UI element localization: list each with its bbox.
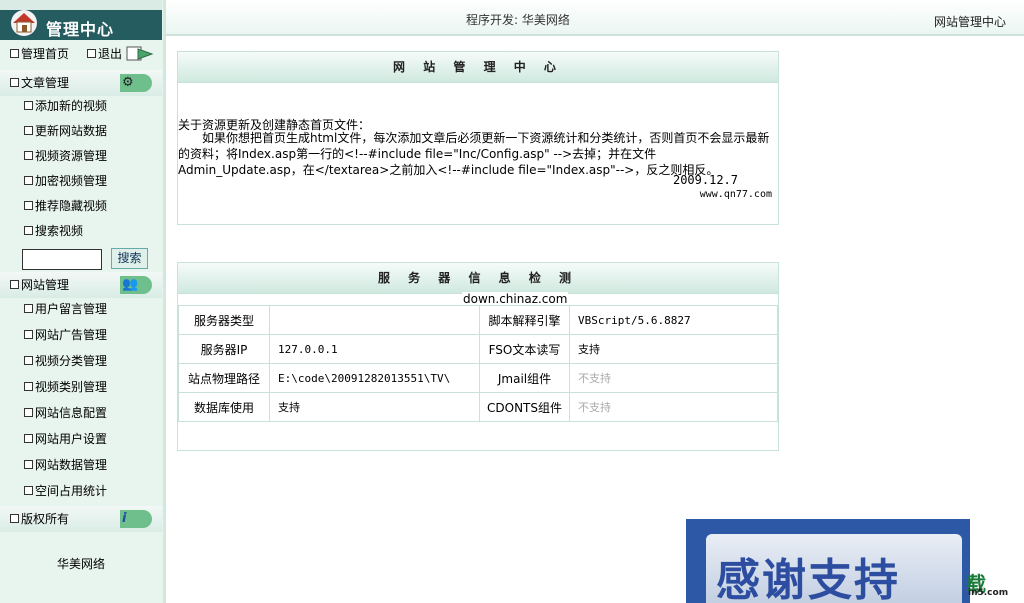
gear-icon: ⚙ bbox=[120, 74, 152, 92]
sidebar-item-encrypted-videos[interactable]: 加密视频管理 bbox=[0, 168, 162, 194]
checkbox-icon bbox=[24, 151, 33, 160]
logout-arrow-icon[interactable] bbox=[126, 45, 154, 63]
checkbox-icon bbox=[24, 382, 33, 391]
corner-site: in5.com bbox=[968, 588, 1009, 598]
sidebar-footer: 华美网络 bbox=[56, 557, 105, 571]
row-label: 站点物理路径 bbox=[178, 363, 270, 393]
row-value: 支持 bbox=[269, 392, 480, 422]
checkbox-icon bbox=[24, 356, 33, 365]
row-label: 数据库使用 bbox=[178, 392, 270, 422]
checkbox-icon bbox=[24, 486, 33, 495]
sidebar-item-update-data[interactable]: 更新网站数据 bbox=[0, 118, 162, 144]
row-label: 服务器类型 bbox=[178, 305, 270, 335]
logo-bar: 管理中心 bbox=[0, 0, 162, 40]
notice-date: 2009.12.7 bbox=[672, 173, 738, 187]
sidebar-item-add-video[interactable]: 添加新的视频 bbox=[0, 93, 162, 119]
sidebar-item-space-usage[interactable]: 空间占用统计 bbox=[0, 478, 162, 504]
thanks-text: 感谢支持 bbox=[716, 555, 900, 603]
search-input[interactable] bbox=[22, 249, 102, 270]
server-info-panel: 服 务 器 信 息 检 测 down.chinaz.com 服务器类型 脚本解释… bbox=[177, 262, 779, 451]
row-value: E:\code\20091282013551\TV\ bbox=[269, 363, 480, 393]
info-icon: i bbox=[120, 510, 152, 528]
topbar: 程序开发: 华美网络 网站管理中心 bbox=[166, 0, 1024, 36]
sidebar-item-types[interactable]: 视频类别管理 bbox=[0, 374, 162, 400]
sidebar-item-search-video[interactable]: 搜索视频 bbox=[0, 218, 162, 244]
section-site-header[interactable]: 网站管理 👥 bbox=[0, 272, 162, 298]
checkbox-icon bbox=[24, 126, 33, 135]
sidebar-item-site-config[interactable]: 网站信息配置 bbox=[0, 400, 162, 426]
checkbox-icon bbox=[10, 514, 19, 523]
sidebar-item-database[interactable]: 网站数据管理 bbox=[0, 452, 162, 478]
row-value: 不支持 bbox=[569, 392, 778, 422]
section-copyright-header[interactable]: 版权所有 i bbox=[0, 506, 162, 532]
sidebar-item-video-resources[interactable]: 视频资源管理 bbox=[0, 143, 162, 169]
row-label: 服务器IP bbox=[178, 334, 270, 364]
home-link[interactable]: 管理首页 bbox=[10, 41, 69, 67]
thanks-banner-inner: 感谢支持 bbox=[706, 534, 962, 603]
row-value: VBScript/5.6.8827 bbox=[569, 305, 778, 335]
checkbox-icon bbox=[24, 201, 33, 210]
sidebar-item-users[interactable]: 网站用户设置 bbox=[0, 426, 162, 452]
checkbox-icon bbox=[24, 176, 33, 185]
sidebar-item-messages[interactable]: 用户留言管理 bbox=[0, 296, 162, 322]
row-value: 支持 bbox=[569, 334, 778, 364]
server-panel-title: 服 务 器 信 息 检 测 bbox=[178, 263, 778, 294]
sidebar-item-ads[interactable]: 网站广告管理 bbox=[0, 322, 162, 348]
checkbox-icon bbox=[24, 434, 33, 443]
sidebar-item-recommend-hide[interactable]: 推荐隐藏视频 bbox=[0, 193, 162, 219]
checkbox-icon bbox=[24, 460, 33, 469]
row-label: FSO文本读写 bbox=[479, 334, 570, 364]
server-info-table: 服务器类型 脚本解释引擎 VBScript/5.6.8827 服务器IP 127… bbox=[178, 305, 778, 422]
sidebar-title: 管理中心 bbox=[46, 20, 115, 39]
notice-panel-title: 网 站 管 理 中 心 bbox=[178, 52, 778, 83]
checkbox-icon bbox=[24, 226, 33, 235]
thanks-banner: 感谢支持 bbox=[686, 519, 970, 603]
sidebar-item-categories[interactable]: 视频分类管理 bbox=[0, 348, 162, 374]
checkbox-icon bbox=[24, 304, 33, 313]
row-label: Jmail组件 bbox=[479, 363, 570, 393]
checkbox-icon bbox=[10, 78, 19, 87]
users-icon: 👥 bbox=[120, 276, 152, 294]
watermark-text: down.chinaz.com bbox=[462, 292, 569, 306]
row-value bbox=[269, 305, 480, 335]
notice-panel: 网 站 管 理 中 心 关于资源更新及创建静态首页文件： 如果你想把首页生成ht… bbox=[177, 51, 779, 225]
row-label: 脚本解释引擎 bbox=[479, 305, 570, 335]
checkbox-icon bbox=[10, 280, 19, 289]
table-row: 服务器类型 脚本解释引擎 VBScript/5.6.8827 bbox=[178, 305, 778, 335]
notice-site: www.qn77.com bbox=[699, 189, 772, 200]
topbar-title: 网站管理中心 bbox=[934, 15, 1007, 29]
table-row: 站点物理路径 E:\code\20091282013551\TV\ Jmail组… bbox=[178, 363, 778, 393]
checkbox-icon bbox=[87, 49, 96, 58]
home-logout-row: 管理首页 退出 bbox=[0, 41, 162, 67]
house-icon bbox=[11, 10, 37, 36]
checkbox-icon bbox=[24, 330, 33, 339]
row-value: 不支持 bbox=[569, 363, 778, 393]
notice-body: 如果你想把首页生成html文件，每次添加文章后必须更新一下资源统计和分类统计，否… bbox=[178, 131, 770, 177]
table-row: 数据库使用 支持 CDONTS组件 不支持 bbox=[178, 392, 778, 422]
table-row: 服务器IP 127.0.0.1 FSO文本读写 支持 bbox=[178, 334, 778, 364]
checkbox-icon bbox=[24, 408, 33, 417]
logout-link[interactable]: 退出 bbox=[87, 41, 122, 67]
row-label: CDONTS组件 bbox=[479, 392, 570, 422]
developer-credit: 程序开发: 华美网络 bbox=[466, 13, 570, 27]
row-value: 127.0.0.1 bbox=[269, 334, 480, 364]
search-button[interactable]: 搜索 bbox=[111, 248, 148, 269]
sidebar: 管理中心 管理首页 退出 文章管理 ⚙ 添加新的视频 更新网站数据 视频资源管理… bbox=[0, 0, 166, 603]
checkbox-icon bbox=[24, 101, 33, 110]
checkbox-icon bbox=[10, 49, 19, 58]
